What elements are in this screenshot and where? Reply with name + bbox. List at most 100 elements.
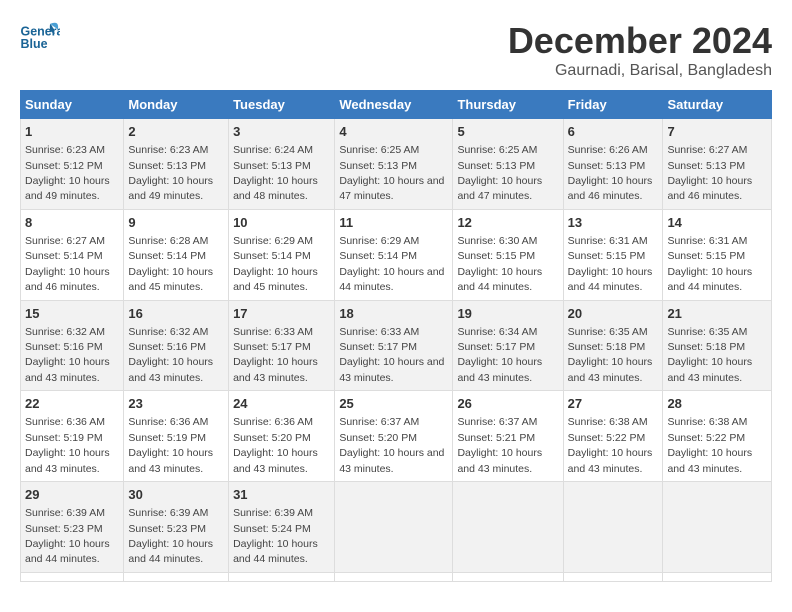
sunrise-info: Sunrise: 6:39 AM	[25, 507, 105, 519]
sunrise-info: Sunrise: 6:28 AM	[128, 235, 208, 247]
calendar-cell	[229, 572, 335, 581]
sunset-info: Sunset: 5:19 PM	[25, 432, 103, 444]
sunset-info: Sunset: 5:14 PM	[339, 250, 417, 262]
daylight-info: Daylight: 10 hours and 44 minutes.	[25, 538, 110, 565]
sunset-info: Sunset: 5:22 PM	[667, 432, 745, 444]
sunset-info: Sunset: 5:13 PM	[667, 160, 745, 172]
day-number: 24	[233, 395, 330, 413]
day-number: 9	[128, 214, 224, 232]
sunrise-info: Sunrise: 6:37 AM	[457, 416, 537, 428]
daylight-info: Daylight: 10 hours and 48 minutes.	[233, 175, 318, 202]
calendar-table: Sunday Monday Tuesday Wednesday Thursday…	[20, 90, 772, 582]
day-number: 31	[233, 486, 330, 504]
page-title: December 2024	[508, 20, 772, 62]
calendar-header-row: Sunday Monday Tuesday Wednesday Thursday…	[21, 91, 772, 119]
sunset-info: Sunset: 5:13 PM	[128, 160, 206, 172]
daylight-info: Daylight: 10 hours and 43 minutes.	[568, 447, 653, 474]
sunrise-info: Sunrise: 6:29 AM	[339, 235, 419, 247]
sunrise-info: Sunrise: 6:25 AM	[457, 144, 537, 156]
sunset-info: Sunset: 5:24 PM	[233, 523, 311, 535]
sunset-info: Sunset: 5:15 PM	[457, 250, 535, 262]
sunset-info: Sunset: 5:15 PM	[667, 250, 745, 262]
calendar-cell	[663, 482, 772, 573]
calendar-cell: 5 Sunrise: 6:25 AM Sunset: 5:13 PM Dayli…	[453, 119, 563, 210]
calendar-cell: 30 Sunrise: 6:39 AM Sunset: 5:23 PM Dayl…	[124, 482, 229, 573]
day-number: 14	[667, 214, 767, 232]
day-number: 4	[339, 123, 448, 141]
col-tuesday: Tuesday	[229, 91, 335, 119]
sunrise-info: Sunrise: 6:31 AM	[568, 235, 648, 247]
sunset-info: Sunset: 5:14 PM	[128, 250, 206, 262]
sunset-info: Sunset: 5:13 PM	[457, 160, 535, 172]
sunset-info: Sunset: 5:13 PM	[568, 160, 646, 172]
page-header: General Blue General December 2024 Gaurn…	[20, 20, 772, 80]
sunrise-info: Sunrise: 6:30 AM	[457, 235, 537, 247]
daylight-info: Daylight: 10 hours and 43 minutes.	[568, 356, 653, 383]
sunset-info: Sunset: 5:19 PM	[128, 432, 206, 444]
svg-text:Blue: Blue	[21, 37, 48, 51]
sunset-info: Sunset: 5:18 PM	[667, 341, 745, 353]
sunrise-info: Sunrise: 6:23 AM	[25, 144, 105, 156]
sunrise-info: Sunrise: 6:39 AM	[233, 507, 313, 519]
daylight-info: Daylight: 10 hours and 49 minutes.	[25, 175, 110, 202]
sunrise-info: Sunrise: 6:33 AM	[233, 326, 313, 338]
day-number: 11	[339, 214, 448, 232]
calendar-week-row: 1 Sunrise: 6:23 AM Sunset: 5:12 PM Dayli…	[21, 119, 772, 210]
day-number: 2	[128, 123, 224, 141]
daylight-info: Daylight: 10 hours and 45 minutes.	[128, 266, 213, 293]
calendar-cell: 23 Sunrise: 6:36 AM Sunset: 5:19 PM Dayl…	[124, 391, 229, 482]
sunrise-info: Sunrise: 6:32 AM	[25, 326, 105, 338]
calendar-cell: 12 Sunrise: 6:30 AM Sunset: 5:15 PM Dayl…	[453, 209, 563, 300]
daylight-info: Daylight: 10 hours and 49 minutes.	[128, 175, 213, 202]
daylight-info: Daylight: 10 hours and 43 minutes.	[457, 356, 542, 383]
calendar-cell: 24 Sunrise: 6:36 AM Sunset: 5:20 PM Dayl…	[229, 391, 335, 482]
daylight-info: Daylight: 10 hours and 43 minutes.	[667, 447, 752, 474]
calendar-week-row: 22 Sunrise: 6:36 AM Sunset: 5:19 PM Dayl…	[21, 391, 772, 482]
day-number: 29	[25, 486, 119, 504]
calendar-cell: 31 Sunrise: 6:39 AM Sunset: 5:24 PM Dayl…	[229, 482, 335, 573]
page-subtitle: Gaurnadi, Barisal, Bangladesh	[508, 62, 772, 80]
calendar-cell: 21 Sunrise: 6:35 AM Sunset: 5:18 PM Dayl…	[663, 300, 772, 391]
sunrise-info: Sunrise: 6:25 AM	[339, 144, 419, 156]
sunset-info: Sunset: 5:14 PM	[25, 250, 103, 262]
day-number: 27	[568, 395, 659, 413]
sunset-info: Sunset: 5:20 PM	[339, 432, 417, 444]
calendar-cell: 7 Sunrise: 6:27 AM Sunset: 5:13 PM Dayli…	[663, 119, 772, 210]
day-number: 20	[568, 305, 659, 323]
calendar-cell: 25 Sunrise: 6:37 AM Sunset: 5:20 PM Dayl…	[335, 391, 453, 482]
day-number: 10	[233, 214, 330, 232]
calendar-cell	[563, 482, 663, 573]
calendar-cell: 9 Sunrise: 6:28 AM Sunset: 5:14 PM Dayli…	[124, 209, 229, 300]
daylight-info: Daylight: 10 hours and 43 minutes.	[457, 447, 542, 474]
sunrise-info: Sunrise: 6:31 AM	[667, 235, 747, 247]
day-number: 3	[233, 123, 330, 141]
title-block: December 2024 Gaurnadi, Barisal, Banglad…	[508, 20, 772, 80]
day-number: 6	[568, 123, 659, 141]
calendar-cell	[335, 572, 453, 581]
sunset-info: Sunset: 5:14 PM	[233, 250, 311, 262]
sunset-info: Sunset: 5:12 PM	[25, 160, 103, 172]
sunrise-info: Sunrise: 6:34 AM	[457, 326, 537, 338]
calendar-week-row: 29 Sunrise: 6:39 AM Sunset: 5:23 PM Dayl…	[21, 482, 772, 573]
daylight-info: Daylight: 10 hours and 46 minutes.	[667, 175, 752, 202]
calendar-cell: 3 Sunrise: 6:24 AM Sunset: 5:13 PM Dayli…	[229, 119, 335, 210]
calendar-cell: 13 Sunrise: 6:31 AM Sunset: 5:15 PM Dayl…	[563, 209, 663, 300]
day-number: 16	[128, 305, 224, 323]
col-monday: Monday	[124, 91, 229, 119]
sunrise-info: Sunrise: 6:38 AM	[568, 416, 648, 428]
sunset-info: Sunset: 5:17 PM	[457, 341, 535, 353]
calendar-week-row: 15 Sunrise: 6:32 AM Sunset: 5:16 PM Dayl…	[21, 300, 772, 391]
sunrise-info: Sunrise: 6:24 AM	[233, 144, 313, 156]
daylight-info: Daylight: 10 hours and 44 minutes.	[457, 266, 542, 293]
sunrise-info: Sunrise: 6:33 AM	[339, 326, 419, 338]
sunset-info: Sunset: 5:17 PM	[233, 341, 311, 353]
day-number: 17	[233, 305, 330, 323]
sunrise-info: Sunrise: 6:36 AM	[128, 416, 208, 428]
col-saturday: Saturday	[663, 91, 772, 119]
col-friday: Friday	[563, 91, 663, 119]
daylight-info: Daylight: 10 hours and 43 minutes.	[25, 356, 110, 383]
daylight-info: Daylight: 10 hours and 46 minutes.	[568, 175, 653, 202]
sunset-info: Sunset: 5:16 PM	[25, 341, 103, 353]
day-number: 23	[128, 395, 224, 413]
day-number: 30	[128, 486, 224, 504]
